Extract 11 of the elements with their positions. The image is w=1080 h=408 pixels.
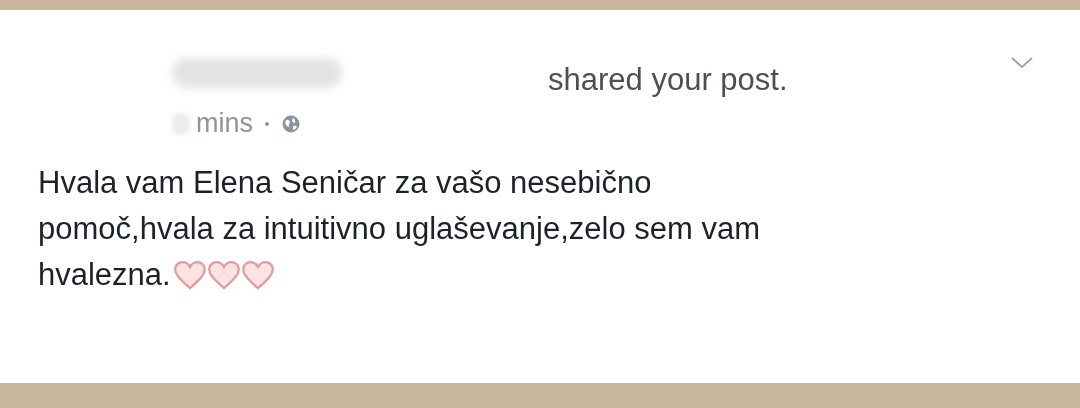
chevron-down-icon[interactable] [1010,56,1034,70]
post-text: hvalezna. [38,257,171,293]
post-time: mins [196,108,253,139]
post-text: Hvala vam Elena Seničar za vašo nesebično [38,165,652,201]
heart-icon [172,259,207,291]
shared-post-text: shared your post. [548,62,788,99]
globe-icon [281,113,301,134]
post-text: pomoč,hvala za intuitivno uglaševanje,zelo sem vam [38,211,760,247]
separator-dot-icon [265,121,269,126]
heart-icon [206,259,241,291]
heart-icon [240,259,275,291]
